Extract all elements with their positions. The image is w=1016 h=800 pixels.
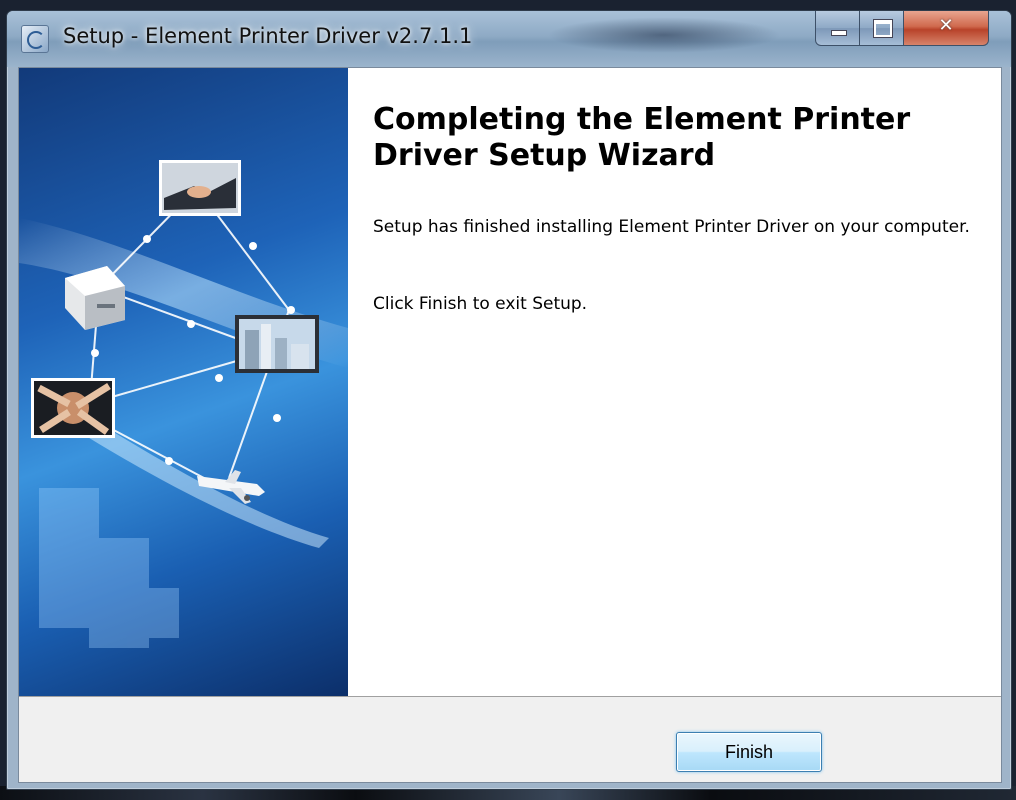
network-illustration <box>19 160 348 648</box>
window-title: Setup - Element Printer Driver v2.7.1.1 <box>63 24 473 48</box>
team-hands-photo <box>31 378 115 438</box>
minimize-icon <box>831 30 847 36</box>
close-button[interactable]: ✕ <box>903 11 989 46</box>
wizard-client-area: Completing the Element Printer Driver Se… <box>18 67 1002 783</box>
handshake-photo <box>159 160 241 216</box>
wizard-sidebar-banner <box>19 68 348 696</box>
wizard-footer: Finish <box>19 698 1001 782</box>
setup-app-icon[interactable] <box>21 25 49 53</box>
setup-window: Setup - Element Printer Driver v2.7.1.1 … <box>6 10 1012 790</box>
minimize-button[interactable] <box>815 11 861 46</box>
finished-message: Setup has finished installing Element Pr… <box>373 217 970 237</box>
world-map-dots <box>39 488 179 648</box>
maximize-icon <box>874 20 892 37</box>
wizard-content: Completing the Element Printer Driver Se… <box>348 68 1001 696</box>
building-photo <box>235 315 319 373</box>
exit-instruction: Click Finish to exit Setup. <box>373 294 588 314</box>
maximize-button[interactable] <box>859 11 905 46</box>
page-title: Completing the Element Printer Driver Se… <box>373 102 911 173</box>
close-icon: ✕ <box>938 15 954 36</box>
finish-button[interactable]: Finish <box>676 732 822 772</box>
title-bar[interactable]: Setup - Element Printer Driver v2.7.1.1 … <box>7 11 1011 67</box>
